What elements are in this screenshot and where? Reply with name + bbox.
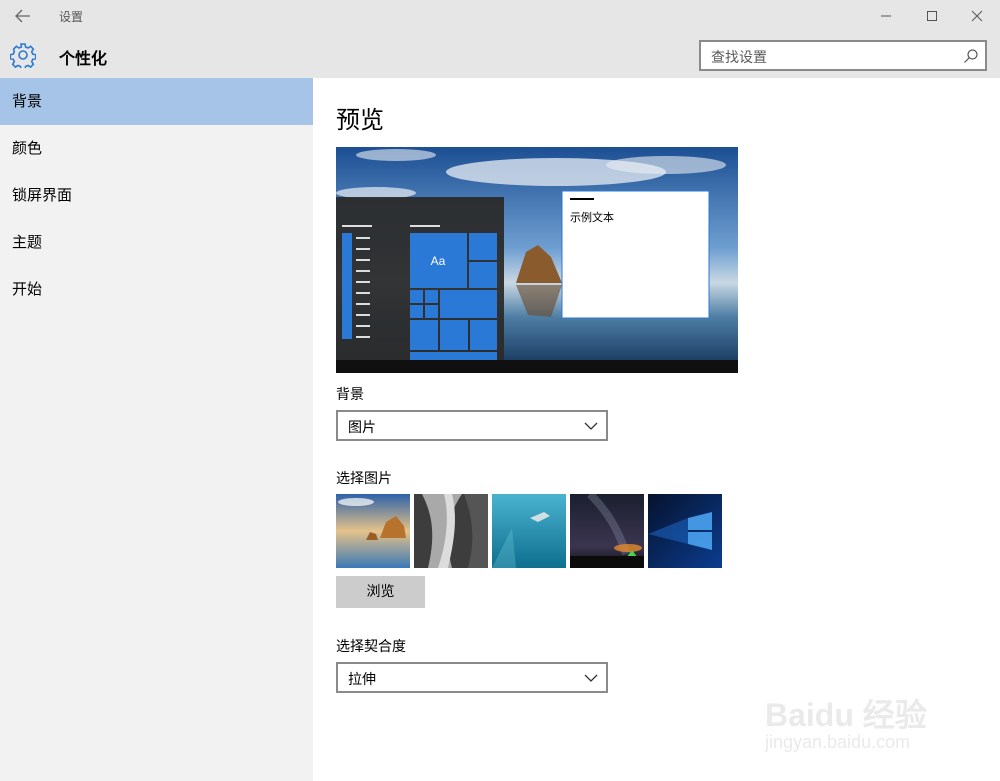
browse-button[interactable]: 浏览 — [336, 576, 425, 608]
page-header: 个性化 查找设置 — [0, 32, 1000, 78]
watermark-brand: Baidu 经验 — [765, 697, 927, 733]
watermark-url: jingyan.baidu.com — [765, 732, 911, 752]
thumbnail-underwater[interactable] — [492, 494, 566, 568]
preview-image: Aa 示例文本 — [336, 147, 738, 373]
title-bar: 设置 — [0, 0, 1000, 32]
fit-label: 选择契合度 — [336, 639, 406, 655]
thumbnail-night-sky[interactable] — [570, 494, 644, 568]
sidebar-item-label: 背景 — [12, 92, 43, 110]
chevron-down-icon — [584, 674, 598, 682]
baidu-watermark: Baidu 经验 jingyan.baidu.com — [765, 672, 950, 762]
thumbnail-windows-logo[interactable] — [648, 494, 722, 568]
sidebar-item-background[interactable]: 背景 — [0, 78, 313, 125]
sidebar-item-start[interactable]: 开始 — [0, 266, 313, 313]
back-button[interactable] — [8, 4, 38, 28]
chevron-down-icon — [584, 422, 598, 430]
maximize-button[interactable] — [909, 0, 955, 32]
sidebar-item-colors[interactable]: 颜色 — [0, 125, 313, 172]
maximize-icon — [927, 11, 937, 21]
choose-picture-label: 选择图片 — [336, 471, 392, 487]
search-placeholder: 查找设置 — [711, 50, 767, 66]
thumbnail-rock-cliff[interactable] — [414, 494, 488, 568]
window-title: 设置 — [59, 10, 84, 24]
back-arrow-icon — [15, 9, 30, 23]
minimize-button[interactable] — [863, 0, 909, 32]
tile-label: Aa — [431, 254, 446, 268]
sidebar-item-label: 颜色 — [12, 139, 43, 157]
close-button[interactable] — [954, 0, 1000, 32]
close-icon — [971, 10, 983, 22]
fit-dropdown[interactable]: 拉伸 — [336, 662, 608, 693]
picture-thumbnails — [336, 494, 736, 568]
sidebar-item-label: 开始 — [12, 280, 43, 298]
background-dropdown-value: 图片 — [348, 420, 376, 436]
background-preview: Aa 示例文本 — [336, 147, 738, 373]
minimize-icon — [881, 15, 891, 17]
sidebar: 背景 颜色 锁屏界面 主题 开始 — [0, 78, 313, 781]
sample-text: 示例文本 — [570, 210, 614, 224]
gear-icon — [10, 43, 36, 68]
page-title: 个性化 — [59, 49, 108, 68]
section-title-preview: 预览 — [336, 106, 384, 134]
sidebar-item-label: 主题 — [12, 233, 43, 251]
sidebar-item-themes[interactable]: 主题 — [0, 219, 313, 266]
search-input[interactable]: 查找设置 — [699, 40, 987, 71]
thumbnail-beach[interactable] — [336, 494, 410, 568]
background-dropdown[interactable]: 图片 — [336, 410, 608, 441]
background-label: 背景 — [336, 387, 364, 403]
fit-dropdown-value: 拉伸 — [348, 672, 376, 688]
sidebar-item-lock-screen[interactable]: 锁屏界面 — [0, 172, 313, 219]
search-icon[interactable] — [963, 48, 979, 64]
sidebar-item-label: 锁屏界面 — [12, 186, 73, 204]
